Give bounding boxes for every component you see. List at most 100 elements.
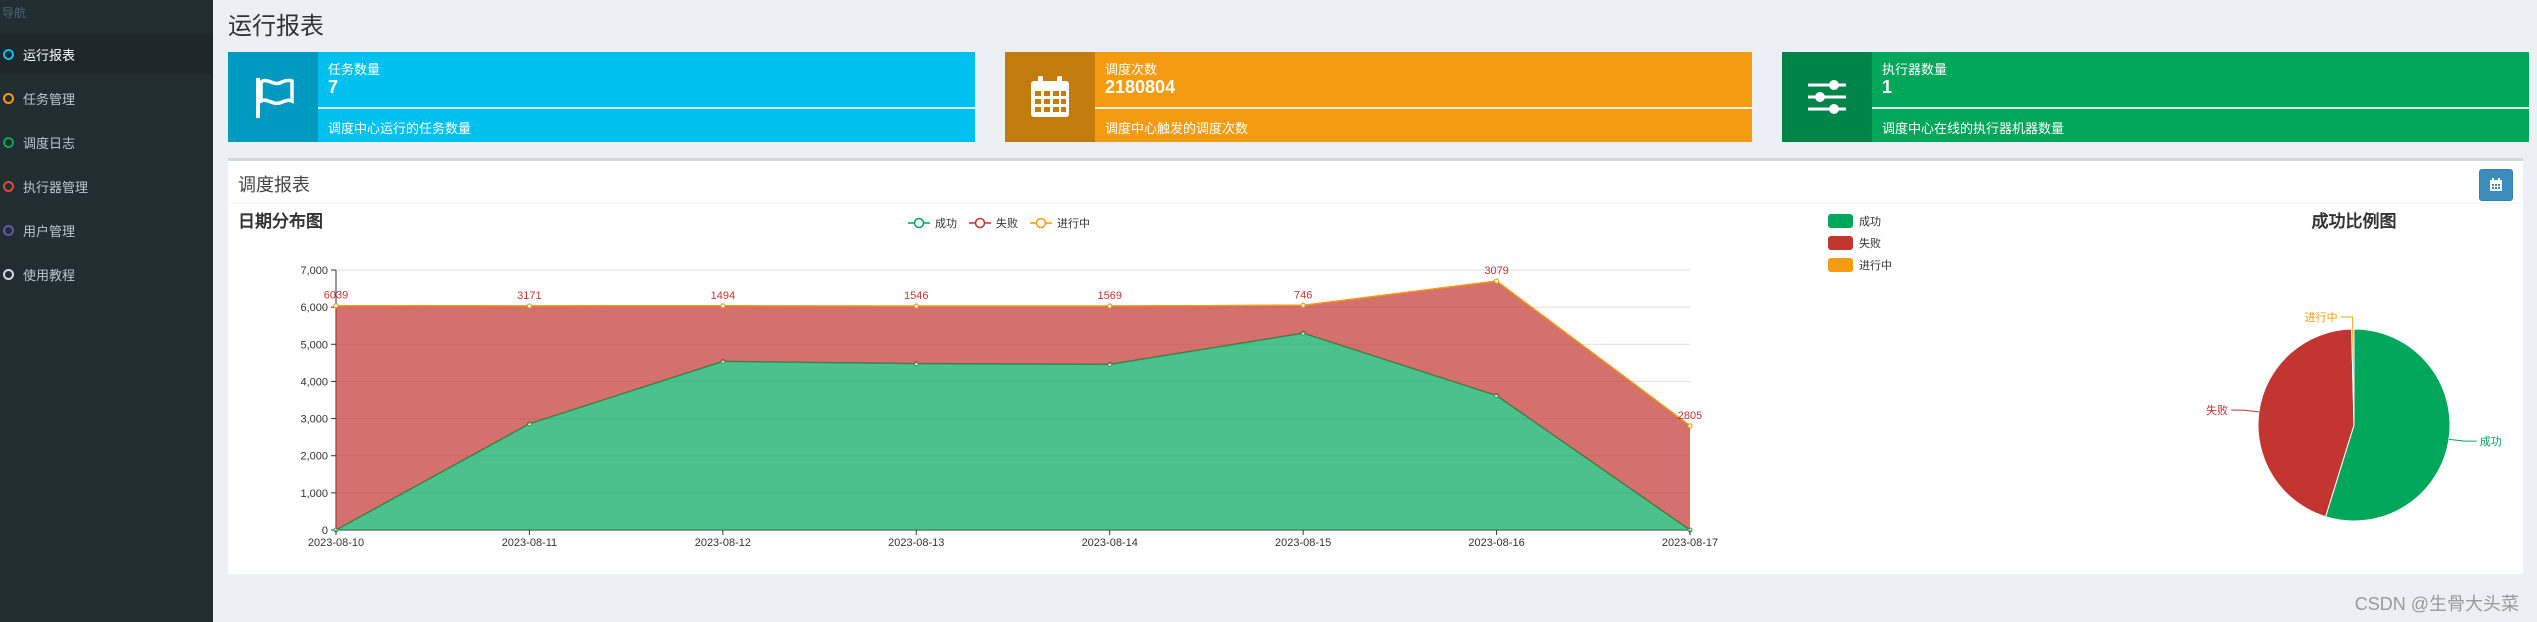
info-number: 2180804 bbox=[1105, 77, 1176, 97]
page-title: 运行报表 bbox=[228, 13, 324, 40]
data-label: 3171 bbox=[517, 290, 541, 302]
y-tick-label: 0 bbox=[322, 525, 328, 537]
progress-bar bbox=[1872, 107, 2529, 109]
circle-icon bbox=[3, 48, 14, 60]
data-label: 1569 bbox=[1097, 290, 1121, 302]
slice-label: 失败 bbox=[2206, 403, 2228, 417]
info-box-executor-count: 执行器数量 1 调度中心在线的执行器机器数量 bbox=[1782, 52, 2529, 142]
x-tick-label: 2023-08-10 bbox=[308, 537, 364, 549]
circle-icon bbox=[3, 180, 14, 192]
panel-header: 调度报表 bbox=[228, 161, 2523, 204]
data-point bbox=[333, 303, 339, 309]
sidebar-item-help[interactable]: 使用教程 bbox=[0, 254, 213, 294]
data-label: 746 bbox=[1294, 289, 1312, 301]
y-tick-label: 6,000 bbox=[300, 302, 328, 314]
data-point bbox=[526, 303, 532, 309]
nav-header: 导航 bbox=[2, 6, 27, 20]
sidebar-item-jobs[interactable]: 任务管理 bbox=[0, 78, 213, 118]
data-point bbox=[913, 303, 919, 309]
report-panel: 调度报表 日期分布图 0 1,000 2,000 3,000 4,000 5,000 6,00… bbox=[228, 158, 2523, 574]
y-tick-label: 5,000 bbox=[300, 339, 328, 351]
sidebar-item-logs[interactable]: 调度日志 bbox=[0, 122, 213, 162]
calendar-icon bbox=[1005, 52, 1095, 142]
legend-label: 失败 bbox=[996, 216, 1018, 230]
data-point bbox=[720, 303, 726, 309]
x-tick-label: 2023-08-11 bbox=[502, 537, 557, 549]
chart-title: 成功比例图 bbox=[2312, 211, 2397, 231]
x-tick-label: 2023-08-15 bbox=[1275, 537, 1331, 549]
legend-marker bbox=[974, 217, 986, 229]
circle-icon bbox=[3, 268, 14, 280]
y-tick-label: 3,000 bbox=[300, 414, 328, 426]
x-tick-label: 2023-08-12 bbox=[695, 537, 751, 549]
info-description: 调度中心运行的任务数量 bbox=[328, 121, 472, 136]
label-leader bbox=[2340, 316, 2354, 330]
y-tick-label: 1,000 bbox=[300, 488, 328, 500]
info-label: 任务数量 bbox=[328, 62, 381, 77]
date-range-button[interactable] bbox=[2479, 169, 2513, 201]
info-number: 7 bbox=[328, 77, 339, 97]
progress-bar bbox=[1095, 107, 1752, 109]
x-tick-label: 2023-08-13 bbox=[888, 537, 944, 549]
y-tick-label: 7,000 bbox=[300, 265, 328, 277]
data-point bbox=[1107, 303, 1113, 309]
data-point bbox=[1494, 278, 1500, 284]
circle-icon bbox=[3, 92, 14, 104]
sidebar-item-report[interactable]: 运行报表 bbox=[0, 34, 213, 74]
y-tick-label: 4,000 bbox=[300, 376, 328, 388]
data-label: 3079 bbox=[1484, 265, 1508, 277]
chart-title: 日期分布图 bbox=[238, 211, 323, 231]
sidebar-item-label: 任务管理 bbox=[23, 91, 76, 107]
data-label: 6039 bbox=[324, 290, 348, 302]
calendar-icon bbox=[2490, 178, 2502, 191]
info-number: 1 bbox=[1882, 77, 1893, 97]
circle-icon bbox=[3, 224, 14, 236]
slice-label: 成功 bbox=[2480, 435, 2502, 448]
sidebar: 导航 运行报表 任务管理 调度日志 执行器管理 用户管理 使用教程 bbox=[0, 0, 213, 622]
info-label: 调度次数 bbox=[1105, 62, 1158, 77]
sidebar-item-executors[interactable]: 执行器管理 bbox=[0, 166, 213, 206]
sidebar-item-label: 使用教程 bbox=[23, 267, 76, 283]
data-point bbox=[1300, 302, 1306, 308]
info-description: 调度中心触发的调度次数 bbox=[1105, 121, 1249, 136]
sidebar-item-label: 用户管理 bbox=[23, 223, 76, 239]
legend-label: 失败 bbox=[1859, 236, 1881, 250]
legend-marker bbox=[1035, 217, 1047, 229]
slice-label: 进行中 bbox=[2305, 311, 2338, 324]
legend-label: 进行中 bbox=[1057, 217, 1090, 230]
x-tick-label: 2023-08-17 bbox=[1662, 537, 1718, 549]
legend-label: 进行中 bbox=[1859, 259, 1892, 272]
y-tick-label: 2,000 bbox=[300, 451, 328, 463]
data-label: 1494 bbox=[711, 290, 735, 302]
legend-swatch bbox=[1828, 258, 1853, 272]
flag-icon bbox=[228, 52, 318, 142]
info-box-trigger-count: 调度次数 2180804 调度中心触发的调度次数 bbox=[1005, 52, 1752, 142]
legend-label: 成功 bbox=[1859, 215, 1881, 228]
watermark: CSDN @生骨大头菜 bbox=[2354, 594, 2519, 614]
success-ratio-chart: 成功比例图成功失败进行中成功失败进行中 bbox=[1828, 211, 2502, 522]
sidebar-item-label: 执行器管理 bbox=[23, 179, 89, 195]
panel-title: 调度报表 bbox=[238, 175, 310, 195]
label-leader bbox=[2448, 438, 2477, 442]
label-leader bbox=[2231, 409, 2259, 413]
x-tick-label: 2023-08-16 bbox=[1468, 537, 1524, 549]
data-label: 2805 bbox=[1678, 410, 1702, 422]
data-point bbox=[1687, 423, 1693, 429]
legend-swatch bbox=[1828, 214, 1853, 228]
sliders-icon bbox=[1782, 52, 1872, 142]
info-box-job-count: 任务数量 7 调度中心运行的任务数量 bbox=[228, 52, 975, 142]
progress-bar bbox=[318, 107, 975, 109]
main-content: 运行报表 任务数量 7 调度中心运行的任务数量 调度次数 2180804 调度中… bbox=[213, 0, 2537, 622]
date-distribution-chart: 日期分布图 0 1,000 2,000 3,000 4,000 5,000 6,000 7,00… bbox=[238, 211, 1718, 549]
legend-label: 成功 bbox=[935, 217, 957, 230]
info-label: 执行器数量 bbox=[1882, 62, 1948, 77]
legend-marker bbox=[913, 217, 925, 229]
legend-swatch bbox=[1828, 236, 1853, 250]
info-description: 调度中心在线的执行器机器数量 bbox=[1882, 121, 2065, 136]
sidebar-item-users[interactable]: 用户管理 bbox=[0, 210, 213, 250]
data-label: 1546 bbox=[904, 290, 928, 302]
x-tick-label: 2023-08-14 bbox=[1082, 537, 1138, 549]
sidebar-item-label: 调度日志 bbox=[23, 135, 76, 151]
sidebar-item-label: 运行报表 bbox=[23, 47, 76, 63]
circle-icon bbox=[3, 136, 14, 148]
